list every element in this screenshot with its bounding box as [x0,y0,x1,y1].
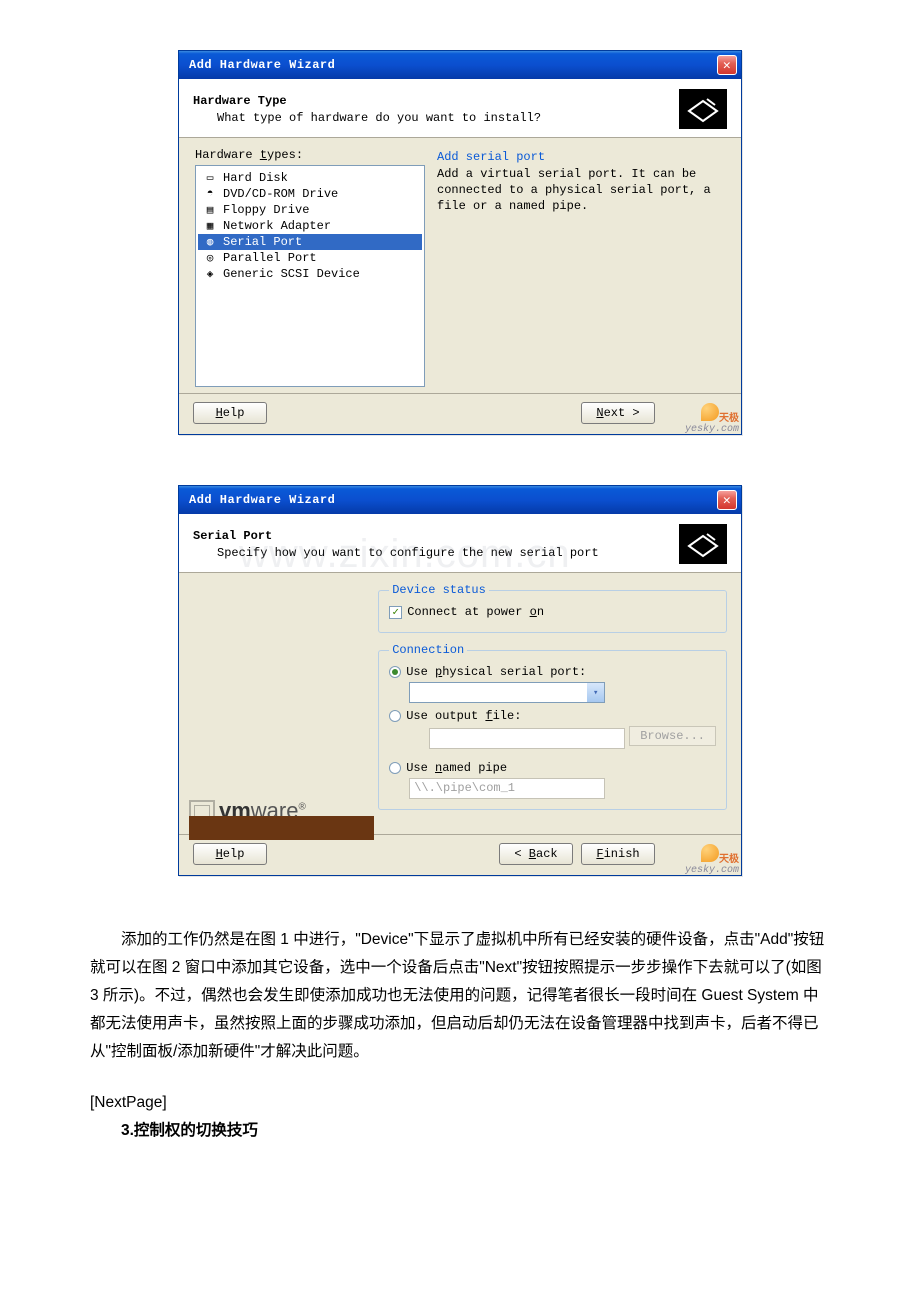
use-physical-serial-port-radio[interactable]: Use physical serial port: [389,665,716,679]
hardware-types-list[interactable]: ▭ Hard Disk ◓ DVD/CD-ROM Drive ▤ Floppy Drive… [195,165,425,387]
hdd-icon: ▭ [202,171,218,185]
physical-serial-port-select[interactable]: ▾ [409,682,605,703]
radio-icon [389,762,401,774]
list-item[interactable]: ◍ Serial Port [198,234,422,250]
help-button[interactable]: Help [193,843,267,865]
connect-at-power-on-checkbox[interactable]: ✓ Connect at power on [389,605,716,619]
back-button[interactable]: < Back [499,843,573,865]
header-subtitle: What type of hardware do you want to ins… [193,111,671,125]
list-item[interactable]: ◈ Generic SCSI Device [198,266,422,282]
device-status-legend: Device status [389,583,489,597]
radio-icon [389,710,401,722]
radio-icon [389,666,401,678]
header-title: Hardware Type [193,94,671,108]
hardware-types-label: Hardware types: [195,148,425,162]
floppy-icon: ▤ [202,203,218,217]
output-file-field[interactable] [429,728,625,749]
add-hardware-wizard-dialog-2: Add Hardware Wizard ✕ Serial Port Specif… [178,485,742,876]
connection-legend: Connection [389,643,467,657]
next-page-marker: [NextPage] [90,1089,830,1117]
list-item-label: Hard Disk [223,171,288,185]
section-3-heading: 3.控制权的切换技巧 [90,1117,830,1145]
use-named-pipe-radio[interactable]: Use named pipe [389,761,716,775]
title-bar: Add Hardware Wizard ✕ [179,51,741,79]
finish-button[interactable]: Finish [581,843,655,865]
next-button[interactable]: Next > [581,402,655,424]
list-item[interactable]: ▦ Network Adapter [198,218,422,234]
dialog-header: Serial Port Specify how you want to conf… [179,514,741,572]
yesky-watermark: 天极 yesky.com [685,844,739,876]
help-button[interactable]: HHelpelp [193,402,267,424]
list-item-label: Network Adapter [223,219,331,233]
header-title: Serial Port [193,529,671,543]
list-item-label: Serial Port [223,235,302,249]
browse-button[interactable]: Browse... [629,726,716,746]
list-item-label: Floppy Drive [223,203,309,217]
window-title: Add Hardware Wizard [189,493,335,507]
yesky-watermark: 天极 yesky.com [685,403,739,435]
list-item[interactable]: ◓ DVD/CD-ROM Drive [198,186,422,202]
close-icon[interactable]: ✕ [717,490,737,510]
list-item[interactable]: ◎ Parallel Port [198,250,422,266]
check-icon: ✓ [389,606,402,619]
scsi-icon: ◈ [202,267,218,281]
hardware-wizard-icon [679,89,727,129]
named-pipe-field[interactable]: \\.\pipe\com_1 [409,778,605,799]
wizard-sidebar: vmware® [179,573,364,834]
close-icon[interactable]: ✕ [717,55,737,75]
title-bar: Add Hardware Wizard ✕ [179,486,741,514]
use-output-file-radio[interactable]: Use output file: [389,709,716,723]
list-item-label: Parallel Port [223,251,317,265]
parallel-icon: ◎ [202,251,218,265]
body-paragraph: 添加的工作仍然是在图 1 中进行，"Device"下显示了虚拟机中所有已经安装的… [90,926,830,1065]
network-icon: ▦ [202,219,218,233]
list-item-label: Generic SCSI Device [223,267,360,281]
chevron-down-icon: ▾ [587,683,604,702]
list-item-label: DVD/CD-ROM Drive [223,187,338,201]
device-status-group: Device status ✓ Connect at power on [378,583,727,633]
hardware-wizard-icon [679,524,727,564]
description-text: Add a virtual serial port. It can be con… [437,166,725,215]
list-item[interactable]: ▭ Hard Disk [198,170,422,186]
list-item[interactable]: ▤ Floppy Drive [198,202,422,218]
add-hardware-wizard-dialog-1: Add Hardware Wizard ✕ Hardware Type What… [178,50,742,435]
window-title: Add Hardware Wizard [189,58,335,72]
description-title: Add serial port [437,150,725,164]
cd-icon: ◓ [202,187,218,201]
connection-group: Connection Use physical serial port: ▾ U… [378,643,727,810]
header-subtitle: Specify how you want to configure the ne… [193,546,671,560]
dialog-header: Hardware Type What type of hardware do y… [179,79,741,137]
serial-icon: ◍ [202,235,218,249]
